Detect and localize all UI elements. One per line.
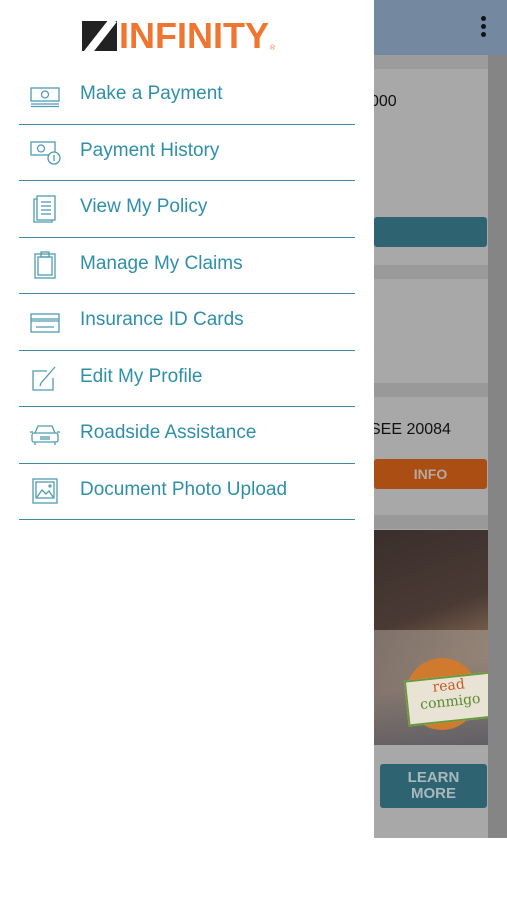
menu-item-label: View My Policy	[80, 196, 208, 217]
menu-item-label: Edit My Profile	[80, 365, 203, 387]
menu-item-document-photo-upload[interactable]: Document Photo Upload	[19, 464, 355, 520]
learn-more-line1: LEARN	[407, 769, 460, 786]
menu-item-make-a-payment[interactable]: Make a Payment	[19, 68, 355, 125]
info-button[interactable]: INFO	[374, 459, 487, 489]
menu-item-label: Payment History	[80, 139, 220, 161]
money-clock-icon	[29, 138, 61, 166]
address-text: SEE 20084	[370, 421, 451, 438]
menu-item-roadside-assistance[interactable]: Roadside Assistance	[19, 407, 355, 464]
pay-button[interactable]	[374, 217, 487, 247]
menu-item-insurance-id-cards[interactable]: Insurance ID Cards	[19, 294, 355, 351]
promo-word-conmigo: conmigo	[419, 690, 482, 714]
promo-image: read conmigo	[374, 530, 488, 745]
menu-item-label: Make a Payment	[80, 83, 223, 104]
document-icon	[29, 195, 61, 223]
navigation-drawer: INFINITY ® Make a Payment Payment Histor…	[0, 0, 374, 900]
edit-pencil-icon	[29, 364, 61, 392]
logo-text: INFINITY	[119, 15, 269, 56]
learn-more-line2: MORE	[411, 785, 456, 802]
menu-item-edit-my-profile[interactable]: Edit My Profile	[19, 351, 355, 407]
car-icon	[29, 421, 61, 449]
infinity-logo: INFINITY ®	[82, 15, 276, 56]
menu-item-label: Document Photo Upload	[80, 478, 288, 500]
image-upload-icon	[29, 477, 61, 505]
learn-more-button[interactable]: LEARN MORE	[380, 764, 487, 808]
read-conmigo-logo: read conmigo	[403, 671, 488, 727]
menu-item-payment-history[interactable]: Payment History	[19, 125, 355, 181]
menu-item-label: Manage My Claims	[80, 252, 243, 274]
kebab-vertical-icon[interactable]	[479, 16, 487, 40]
id-card-icon	[29, 308, 61, 336]
registered-mark: ®	[270, 45, 276, 52]
menu-item-label: Insurance ID Cards	[80, 309, 244, 330]
amount-text: 000	[370, 93, 397, 110]
clipboard-icon	[29, 251, 61, 279]
menu-item-label: Roadside Assistance	[80, 422, 257, 443]
scrim-edge	[488, 55, 507, 838]
money-bill-icon	[29, 82, 61, 110]
infinity-logo-mark-icon	[82, 21, 117, 51]
drawer-menu: Make a Payment Payment History View My P…	[19, 68, 355, 520]
menu-item-manage-my-claims[interactable]: Manage My Claims	[19, 238, 355, 294]
menu-item-view-my-policy[interactable]: View My Policy	[19, 181, 355, 238]
